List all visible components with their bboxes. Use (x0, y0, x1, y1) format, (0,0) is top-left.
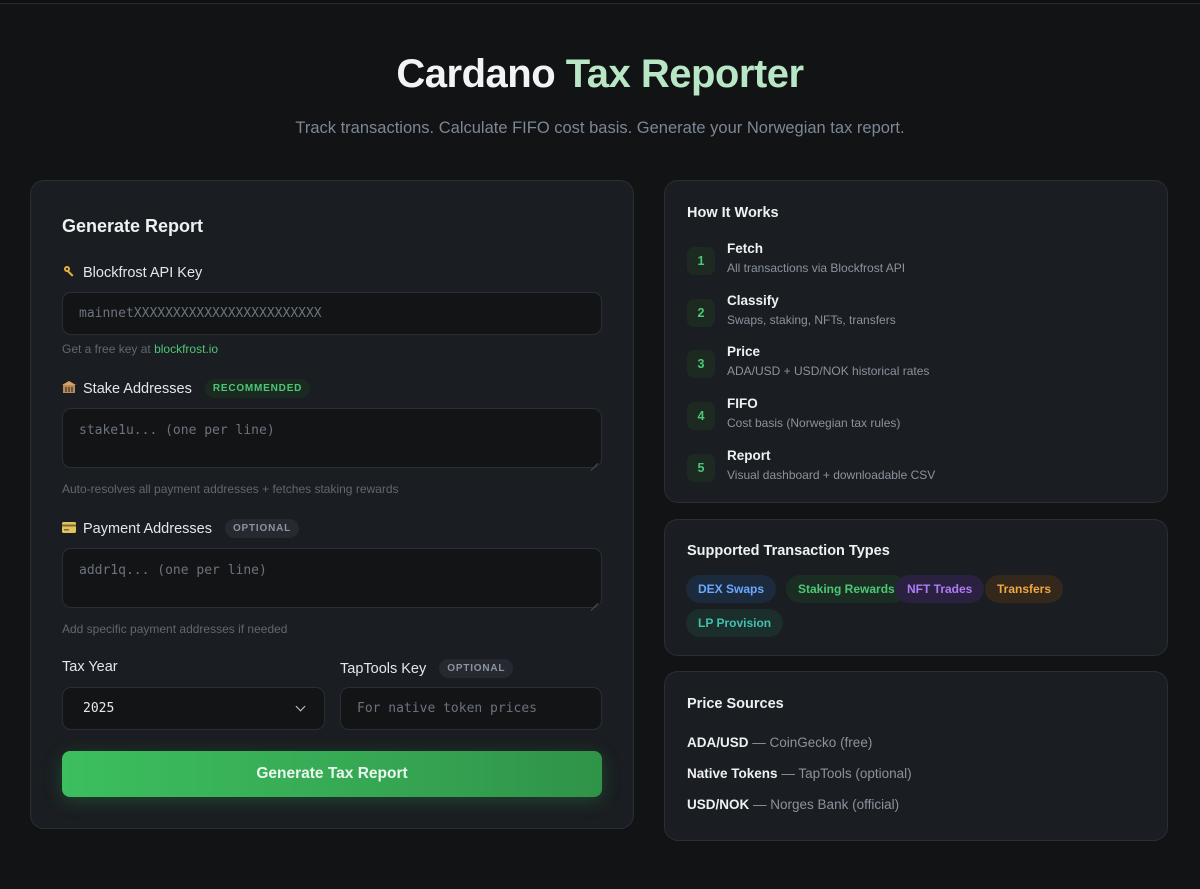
step-name: Report (727, 447, 771, 463)
step-description: Swaps, staking, NFTs, transfers (727, 312, 896, 327)
resize-handle-icon[interactable] (590, 596, 598, 604)
tx-type-badge: Transfers (985, 575, 1064, 603)
stake-placeholder: stake1u... (one per line) (79, 423, 275, 438)
price-source-name: Native Tokens (687, 766, 778, 781)
price-source-provider: — Norges Bank (official) (753, 797, 900, 812)
tx-type-badge: NFT Trades (895, 575, 985, 603)
step-item: 4 FIFO Cost basis (Norwegian tax rules) (687, 396, 1147, 440)
taptools-label: TapTools Key OPTIONAL (340, 659, 514, 678)
taptools-label-text: TapTools Key (340, 660, 427, 677)
blockfrost-link[interactable]: blockfrost.io (154, 342, 218, 356)
price-sources-card: Price Sources ADA/USD — CoinGecko (free)… (664, 671, 1168, 841)
step-item: 5 Report Visual dashboard + downloadable C… (687, 448, 1147, 492)
api-key-placeholder: mainnetXXXXXXXXXXXXXXXXXXXXXXXX (79, 306, 322, 321)
price-source-item: ADA/USD — CoinGecko (free) (687, 735, 872, 750)
step-name: Fetch (727, 241, 764, 256)
optional-badge: OPTIONAL (439, 659, 514, 678)
step-number: 2 (687, 298, 715, 327)
price-source-item: Native Tokens — TapTools (optional) (687, 766, 912, 781)
step-description: Cost basis (Norwegian tax rules) (727, 416, 901, 431)
step-number: 3 (687, 350, 715, 379)
stake-label-text: Stake Addresses (83, 380, 192, 397)
api-key-input[interactable]: mainnetXXXXXXXXXXXXXXXXXXXXXXXX (62, 292, 602, 335)
generate-tax-report-button[interactable]: Generate Tax Report (62, 751, 602, 797)
price-source-provider: — CoinGecko (free) (752, 735, 873, 750)
step-number: 1 (687, 247, 715, 275)
tx-type-badge: LP Provision (686, 609, 784, 637)
tx-type-badge: DEX Swaps (686, 575, 777, 603)
price-source-name: USD/NOK (687, 797, 750, 812)
tx-types-card: Supported Transaction Types DEX Swaps Sta… (664, 519, 1168, 656)
how-it-works-card: How It Works 1 Fetch All transactions via … (664, 180, 1168, 503)
how-it-works-title: How It Works (687, 205, 779, 221)
bank-icon (62, 380, 76, 397)
tax-year-select[interactable]: 2025 (62, 687, 325, 730)
price-source-name: ADA/USD (687, 735, 749, 750)
api-key-hint: Get a free key at blockfrost.io (62, 342, 218, 356)
api-key-label: Blockfrost API Key (62, 265, 202, 281)
step-name: FIFO (727, 396, 758, 412)
form-title: Generate Report (62, 216, 204, 236)
step-item: 2 Classify Swaps, staking, NFTs, transfers (687, 293, 1147, 337)
tx-types-title: Supported Transaction Types (687, 543, 890, 559)
tax-year-label: Tax Year (62, 659, 118, 675)
recommended-badge: RECOMMENDED (204, 379, 311, 398)
payment-label-text: Payment Addresses (83, 520, 212, 537)
price-source-item: USD/NOK — Norges Bank (official) (687, 797, 899, 812)
taptools-placeholder: For native token prices (357, 701, 538, 716)
step-item: 3 Price ADA/USD + USD/NOK historical rates (687, 344, 1147, 388)
card-icon (62, 521, 76, 536)
chevron-down-icon (295, 701, 306, 712)
title-tax-reporter: Tax Reporter (565, 52, 804, 96)
api-key-hint-text: Get a free key at (62, 342, 151, 356)
step-number: 4 (687, 402, 715, 431)
payment-hint: Add specific payment addresses if needed (62, 622, 288, 636)
title-cardano: Cardano (396, 52, 556, 96)
step-description: Visual dashboard + downloadable CSV (727, 467, 936, 482)
payment-addresses-label: Payment Addresses OPTIONAL (62, 519, 300, 538)
price-source-provider: — TapTools (optional) (781, 766, 912, 781)
step-description: ADA/USD + USD/NOK historical rates (727, 364, 930, 379)
stake-addresses-label: Stake Addresses RECOMMENDED (62, 379, 311, 398)
step-name: Price (727, 344, 761, 360)
payment-placeholder: addr1q... (one per line) (79, 563, 267, 578)
top-border (0, 0, 1200, 4)
stake-hint: Auto-resolves all payment addresses + fe… (62, 482, 399, 496)
step-item: 1 Fetch All transactions via Blockfrost AP… (687, 241, 1147, 285)
key-icon (62, 265, 76, 281)
page-title: Cardano Tax Reporter (0, 52, 1200, 97)
api-key-label-text: Blockfrost API Key (83, 265, 203, 281)
tax-year-value: 2025 (83, 701, 115, 716)
stake-addresses-textarea[interactable]: stake1u... (one per line) (62, 408, 602, 468)
optional-badge: OPTIONAL (224, 519, 300, 538)
generate-report-card: Generate Report Blockfrost API Key mainn… (30, 180, 634, 829)
step-name: Classify (727, 292, 779, 308)
page-subtitle: Track transactions. Calculate FIFO cost … (295, 119, 905, 137)
tx-type-badge: Staking Rewards (786, 575, 907, 603)
step-description: All transactions via Blockfrost API (727, 261, 906, 275)
step-number: 5 (687, 453, 715, 482)
resize-handle-icon[interactable] (590, 456, 598, 464)
payment-addresses-textarea[interactable]: addr1q... (one per line) (62, 548, 602, 608)
price-sources-title: Price Sources (687, 696, 784, 712)
taptools-key-input[interactable]: For native token prices (340, 687, 602, 730)
